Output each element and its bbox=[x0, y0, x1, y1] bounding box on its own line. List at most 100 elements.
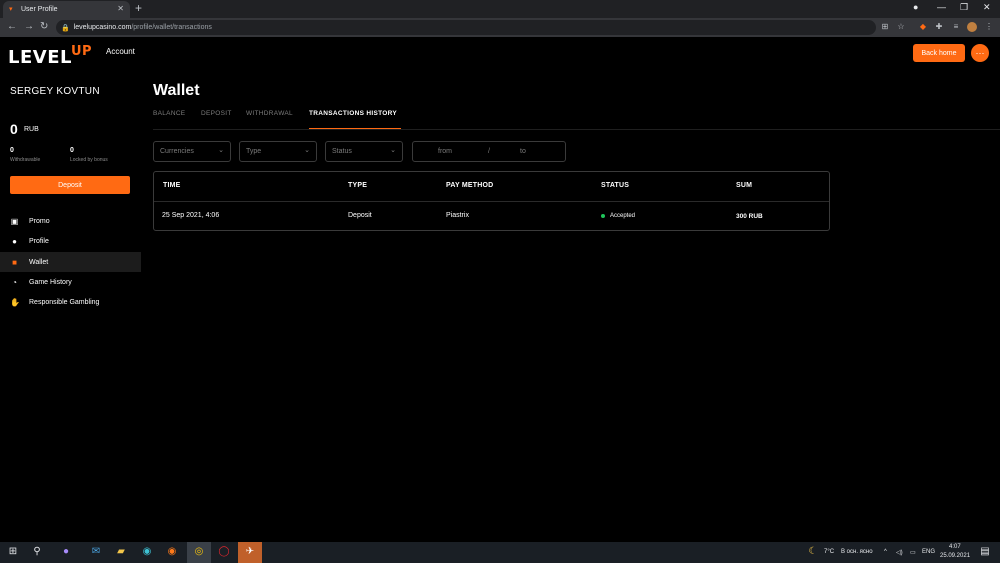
chevron-down-icon: ⌄ bbox=[218, 147, 224, 154]
browser-toolbar: ← → ↻ 🔒 levelupcasino.com/profile/wallet… bbox=[0, 18, 1000, 37]
window-close-icon[interactable]: ✕ bbox=[983, 2, 991, 13]
tab-deposit[interactable]: DEPOSIT bbox=[201, 110, 232, 117]
sidebar-item-responsible-gambling[interactable]: ✋ Responsible Gambling bbox=[0, 292, 141, 312]
metamask-extension-icon[interactable]: ◆ bbox=[918, 22, 928, 32]
windows-taskbar: ⊞ ⚲ ● ✉ ▰ ◉ ◉ ◎ ◯ ✈ ☾ 7°C В осн. ясно ^ … bbox=[0, 542, 1000, 563]
tab-transactions-history[interactable]: TRANSACTIONS HISTORY bbox=[309, 110, 397, 117]
back-home-button[interactable]: Back home bbox=[913, 44, 965, 62]
browser-tab-title: User Profile bbox=[21, 6, 58, 13]
volume-icon[interactable]: ◁) bbox=[896, 549, 903, 556]
new-tab-button[interactable]: + bbox=[135, 2, 142, 14]
cell-type: Deposit bbox=[348, 212, 372, 219]
translate-icon[interactable]: ⊞ bbox=[880, 22, 890, 32]
column-header-status: STATUS bbox=[601, 182, 630, 189]
withdrawable-value: 0 bbox=[10, 147, 14, 154]
account-label: Account bbox=[106, 47, 135, 56]
tabs-divider bbox=[153, 129, 1000, 130]
network-icon[interactable]: ▭ bbox=[910, 549, 916, 556]
levelup-logo[interactable]: LEVELUP bbox=[8, 44, 92, 68]
sidebar-item-promo[interactable]: ▣ Promo bbox=[0, 211, 141, 231]
notifications-icon[interactable]: ▤ bbox=[978, 545, 992, 559]
sidebar-item-label: Profile bbox=[29, 237, 49, 245]
clock-date[interactable]: 25.09.2021 bbox=[940, 553, 970, 559]
tray-chevron-up-icon[interactable]: ^ bbox=[884, 549, 887, 555]
file-explorer-icon[interactable]: ▰ bbox=[114, 545, 128, 559]
locked-label: Locked by bonus bbox=[70, 157, 108, 163]
sidebar-item-label: Responsible Gambling bbox=[29, 298, 100, 306]
minimize-icon[interactable]: — bbox=[937, 2, 946, 12]
hand-icon: ✋ bbox=[10, 297, 20, 307]
withdrawable-label: Withdrawable bbox=[10, 157, 41, 163]
windows-start-icon[interactable]: ⊞ bbox=[6, 545, 20, 559]
locked-value: 0 bbox=[70, 147, 74, 154]
reading-list-icon[interactable]: ≡ bbox=[951, 22, 961, 32]
assistant-icon[interactable]: ● bbox=[59, 545, 73, 559]
cell-status: Accepted bbox=[610, 213, 636, 219]
tab-balance[interactable]: BALANCE bbox=[153, 110, 185, 117]
type-select[interactable]: Type ⌄ bbox=[239, 141, 317, 162]
date-separator: / bbox=[488, 148, 490, 155]
deposit-button[interactable]: Deposit bbox=[10, 176, 130, 194]
column-header-time: TIME bbox=[163, 182, 181, 189]
search-icon[interactable]: ⚲ bbox=[30, 545, 44, 559]
user-avatar-icon[interactable] bbox=[967, 22, 977, 32]
chrome-icon[interactable]: ◎ bbox=[192, 545, 206, 559]
lock-icon: 🔒 bbox=[61, 24, 70, 32]
url-domain: levelupcasino.com bbox=[73, 24, 132, 31]
browser-tab[interactable]: ▾ User Profile ✕ bbox=[3, 1, 130, 18]
profile-circle-icon[interactable]: ● bbox=[913, 2, 918, 12]
column-header-sum: SUM bbox=[736, 182, 753, 189]
currencies-select[interactable]: Currencies ⌄ bbox=[153, 141, 231, 162]
gift-icon: ▣ bbox=[10, 216, 19, 226]
reload-icon[interactable]: ↻ bbox=[40, 21, 48, 33]
site-favicon-icon: ▾ bbox=[9, 5, 13, 13]
bookmark-star-icon[interactable]: ☆ bbox=[896, 22, 906, 32]
more-options-button[interactable]: ··· bbox=[971, 44, 989, 62]
date-range-input[interactable]: from / to bbox=[412, 141, 566, 162]
transactions-table: TIME TYPE PAY METHOD STATUS SUM 25 Sep 2… bbox=[153, 171, 830, 231]
header-divider bbox=[154, 201, 829, 202]
cell-pay-method: Piastrix bbox=[446, 212, 469, 219]
wallet-icon: ■ bbox=[12, 257, 17, 267]
language-indicator[interactable]: ENG bbox=[922, 549, 935, 555]
tab-close-icon[interactable]: ✕ bbox=[117, 4, 124, 13]
date-from-field[interactable]: from bbox=[438, 148, 452, 155]
forward-arrow-icon[interactable]: → bbox=[24, 21, 34, 33]
chevron-down-icon: ⌄ bbox=[390, 147, 396, 154]
balance-value: 0 bbox=[10, 121, 18, 137]
url-path: /profile/wallet/transactions bbox=[131, 24, 212, 31]
username: SERGEY KOVTUN bbox=[10, 86, 100, 97]
cell-sum: 300 RUB bbox=[736, 213, 763, 220]
weather-moon-icon[interactable]: ☾ bbox=[806, 545, 820, 559]
column-header-type: TYPE bbox=[348, 182, 368, 189]
cell-time: 25 Sep 2021, 4:06 bbox=[162, 212, 220, 219]
telegram-icon[interactable]: ✈ bbox=[243, 545, 257, 559]
clock-time[interactable]: 4:07 bbox=[949, 544, 961, 550]
sidebar-item-profile[interactable]: ● Profile bbox=[0, 231, 141, 251]
status-accepted-dot-icon bbox=[601, 214, 605, 218]
user-icon: ● bbox=[12, 236, 17, 246]
status-select[interactable]: Status ⌄ bbox=[325, 141, 403, 162]
balance-currency: RUB bbox=[24, 126, 39, 133]
sidebar-item-wallet[interactable]: ■ Wallet bbox=[0, 252, 141, 272]
page-content: LEVELUP Account Back home ··· SERGEY KOV… bbox=[0, 37, 1000, 542]
clock-icon: ◔ bbox=[12, 277, 17, 287]
firefox-icon[interactable]: ◉ bbox=[165, 545, 179, 559]
address-bar[interactable]: 🔒 levelupcasino.com/profile/wallet/trans… bbox=[56, 20, 876, 35]
extensions-puzzle-icon[interactable]: ✚ bbox=[934, 22, 944, 32]
mail-icon[interactable]: ✉ bbox=[89, 545, 103, 559]
browser-menu-icon[interactable]: ⋮ bbox=[984, 22, 994, 32]
sidebar-item-label: Game History bbox=[29, 278, 72, 286]
sidebar-item-game-history[interactable]: ◔ Game History bbox=[0, 272, 141, 292]
tab-withdrawal[interactable]: WITHDRAWAL bbox=[246, 110, 293, 117]
weather-temp: 7°C bbox=[824, 549, 835, 555]
page-title: Wallet bbox=[153, 82, 200, 99]
sidebar-item-label: Wallet bbox=[29, 258, 49, 266]
browser-tab-bar: ▾ User Profile ✕ + ● — ❐ ✕ bbox=[0, 0, 1000, 18]
date-to-field[interactable]: to bbox=[520, 148, 526, 155]
edge-icon[interactable]: ◉ bbox=[140, 545, 154, 559]
opera-icon[interactable]: ◯ bbox=[217, 545, 231, 559]
back-arrow-icon[interactable]: ← bbox=[7, 21, 17, 33]
restore-icon[interactable]: ❐ bbox=[960, 2, 968, 13]
sidebar-item-label: Promo bbox=[29, 217, 50, 225]
